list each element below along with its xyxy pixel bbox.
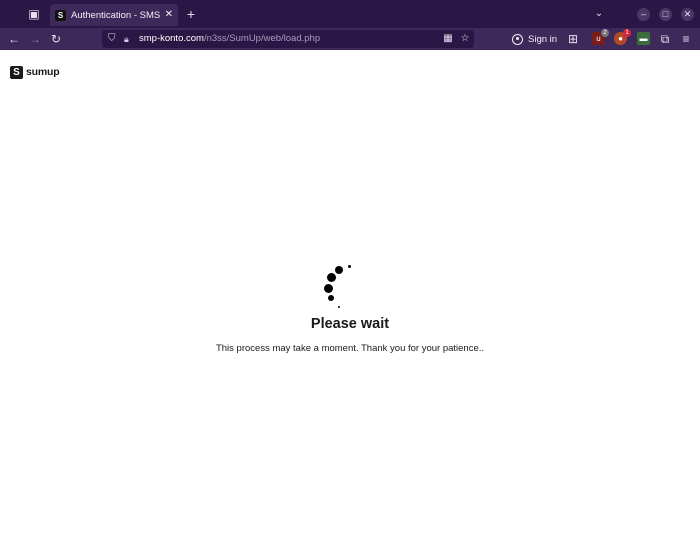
sign-in-label: Sign in	[528, 33, 558, 45]
sumup-logo-mark-icon: S	[10, 65, 23, 79]
sumup-logo: S sumup	[10, 65, 60, 79]
browser-navbar: ← → ↻ ⛉ 🔒︎ smp-konto.com/n3ss/SumUp/web/…	[0, 28, 700, 50]
back-arrow-icon[interactable]: ←	[7, 32, 21, 46]
spinner-dot	[324, 284, 333, 293]
sign-in-button[interactable]: Sign in	[512, 31, 557, 47]
sumup-favicon-icon: S	[55, 9, 66, 21]
sumup-logo-text: sumup	[26, 66, 60, 78]
spinner-dot	[327, 273, 336, 282]
tab-title: Authentication - SMS — SumUp	[71, 9, 163, 21]
url-path: /n3ss/SumUp/web/load.php	[203, 33, 321, 44]
maximize-button[interactable]: □	[659, 8, 672, 21]
url-text[interactable]: smp-konto.com/n3ss/SumUp/web/load.php	[139, 33, 320, 45]
new-tab-button[interactable]: +	[184, 7, 198, 21]
tab-close-icon[interactable]: ✕	[165, 10, 173, 20]
ublock-badge: 2	[601, 29, 609, 37]
privacy-badger-icon[interactable]: ● 1	[614, 29, 631, 45]
chevron-down-icon[interactable]: ⌄	[593, 8, 605, 20]
minimize-button[interactable]: –	[637, 8, 650, 21]
privacy-badger-badge: 1	[623, 29, 631, 37]
spinner-dot	[335, 266, 343, 274]
tab-authentication[interactable]: S Authentication - SMS — SumUp ✕	[50, 4, 178, 26]
qr-code-icon[interactable]: ▦	[442, 33, 454, 45]
extension-icon[interactable]: ▬	[637, 32, 650, 45]
loading-spinner-icon	[320, 262, 356, 310]
account-icon	[512, 33, 523, 45]
wait-message: This process may take a moment. Thank yo…	[215, 343, 485, 354]
shield-icon[interactable]: ⛉	[108, 33, 118, 45]
ublock-origin-icon[interactable]: u2	[592, 29, 609, 45]
forward-arrow-icon[interactable]: →	[28, 32, 42, 46]
puzzle-piece-icon[interactable]: ⧉	[658, 32, 672, 46]
reload-icon[interactable]: ↻	[49, 32, 63, 46]
browser-titlebar: ▣ S Authentication - SMS — SumUp ✕ + ⌄ –…	[0, 0, 700, 28]
extensions-grid-icon[interactable]: ⊞	[566, 32, 580, 46]
url-bar[interactable]: ⛉ 🔒︎ smp-konto.com/n3ss/SumUp/web/load.p…	[102, 30, 474, 48]
tab-list-icon[interactable]: ▣	[27, 7, 41, 21]
bookmark-star-icon[interactable]: ☆	[459, 33, 471, 45]
spinner-dot	[328, 295, 334, 301]
page-title: Please wait	[310, 316, 390, 332]
url-host: smp-konto.com	[139, 33, 204, 44]
spinner-dot	[348, 265, 351, 268]
close-window-button[interactable]: ✕	[681, 8, 694, 21]
lock-icon[interactable]: 🔒︎	[124, 33, 134, 45]
spinner-dot	[338, 306, 340, 308]
hamburger-menu-icon[interactable]: ≡	[679, 32, 693, 46]
